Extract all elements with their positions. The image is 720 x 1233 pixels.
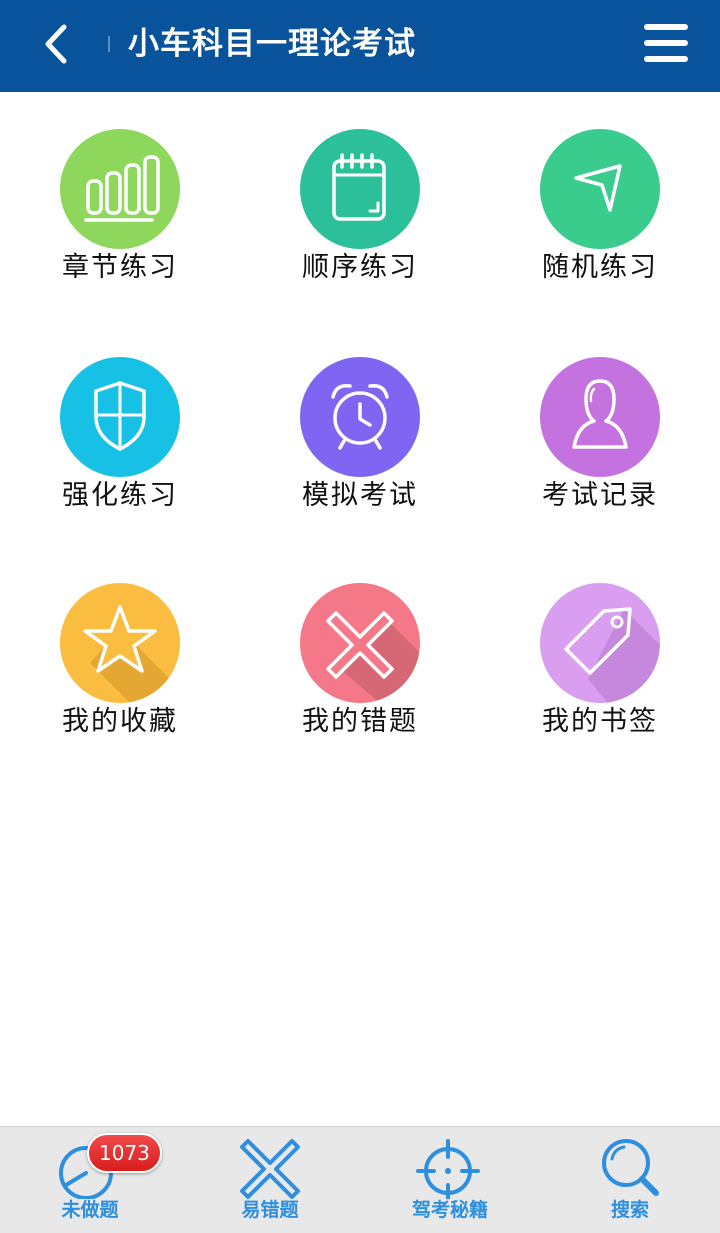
tile-sequential-practice[interactable]: 顺序练习 [240,92,480,292]
tile-label: 顺序练习 [302,252,418,283]
tile-label: 考试记录 [542,480,658,511]
tile-exam-records[interactable]: 考试记录 [480,320,720,520]
arrow-pointer-icon [540,129,660,249]
x-mark-icon [300,583,420,703]
tile-label: 模拟考试 [302,480,418,511]
tile-random-practice[interactable]: 随机练习 [480,92,720,292]
tile-label: 随机练习 [542,252,658,283]
tile-chapter-practice[interactable]: 章节练习 [0,92,240,292]
chevron-left-icon [45,24,67,64]
tile-label: 我的错题 [302,706,418,737]
tag-icon [540,583,660,703]
person-icon [540,357,660,477]
nav-undone-questions[interactable]: 1073 未做题 [0,1127,180,1233]
page-title: 小车科目一理论考试 [128,26,416,62]
header-divider [108,36,110,52]
search-icon [602,1139,659,1196]
tile-label: 强化练习 [62,480,178,511]
menu-icon [644,24,688,30]
alarm-clock-icon [300,357,420,477]
shield-icon [60,357,180,477]
menu-button[interactable] [636,20,698,68]
tile-my-favorites[interactable]: 我的收藏 [0,546,240,746]
nav-label: 未做题 [61,1199,119,1221]
tile-my-bookmarks[interactable]: 我的书签 [480,546,720,746]
undone-count-badge: 1073 [87,1133,162,1173]
title-bar: 小车科目一理论考试 [0,0,720,92]
notepad-icon [300,129,420,249]
tile-label: 我的书签 [542,706,658,737]
tile-mock-exam[interactable]: 模拟考试 [240,320,480,520]
x-mark-icon [240,1139,300,1199]
nav-label: 搜索 [610,1199,649,1221]
star-icon [60,583,180,703]
nav-label: 驾考秘籍 [411,1199,488,1221]
bottom-nav: 1073 未做题 易错题 驾考秘籍 搜索 [0,1126,720,1233]
tile-label: 章节练习 [62,252,178,283]
tile-label: 我的收藏 [62,706,178,737]
nav-error-prone[interactable]: 易错题 [180,1127,360,1233]
nav-driving-tips[interactable]: 驾考秘籍 [360,1127,540,1233]
back-button[interactable] [30,18,82,70]
tile-my-wrong-questions[interactable]: 我的错题 [240,546,480,746]
bar-chart-icon [60,129,180,249]
crosshair-icon [416,1139,480,1199]
tile-intensive-practice[interactable]: 强化练习 [0,320,240,520]
nav-label: 易错题 [241,1199,299,1221]
nav-search[interactable]: 搜索 [540,1127,720,1233]
